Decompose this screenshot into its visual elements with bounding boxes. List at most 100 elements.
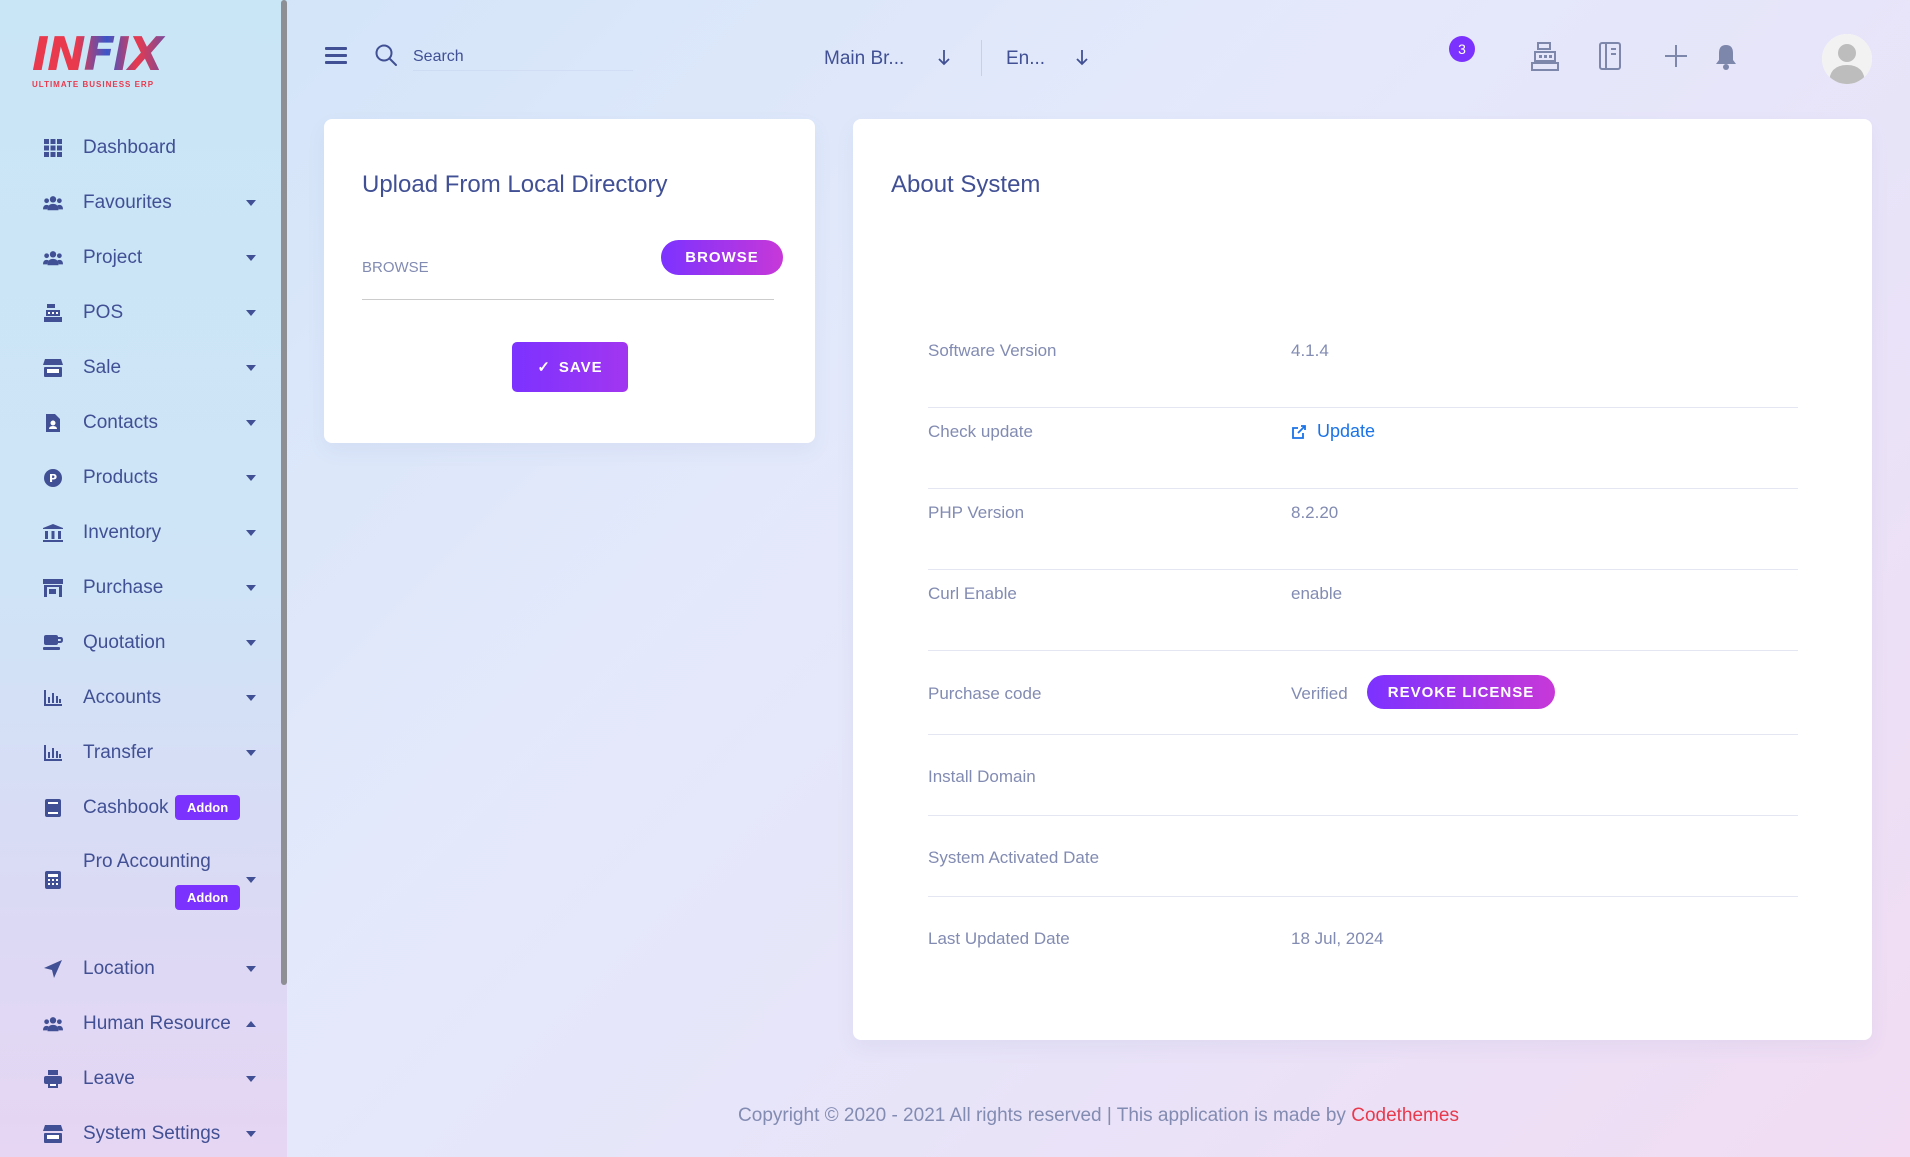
caret-down-icon [246,530,256,536]
info-row-php-version: PHP Version 8.2.20 [928,489,1798,570]
sidebar-item-products[interactable]: P Products [0,458,270,498]
sidebar-item-pos[interactable]: POS [0,293,270,333]
caret-down-icon [246,750,256,756]
caret-down-icon [246,420,256,426]
sidebar-item-favourites[interactable]: Favourites [0,183,270,223]
save-button-label: SAVE [558,358,603,376]
caret-down-icon [246,695,256,701]
sidebar-item-label: Transfer [83,742,154,763]
save-button[interactable]: ✓ SAVE [512,342,628,392]
external-link-icon [1292,424,1306,439]
caret-down-icon [246,640,256,646]
sidebar-item-human-resource[interactable]: Human Resource [0,1004,270,1044]
search-input[interactable] [413,43,633,71]
caret-down-icon [246,200,256,206]
check-icon: ✓ [537,359,551,376]
addon-badge: Addon [175,885,241,910]
plus-icon[interactable] [1661,40,1691,72]
upload-card-title: Upload From Local Directory [362,171,668,198]
notebook-icon[interactable] [1595,40,1625,72]
search-icon[interactable] [374,43,398,67]
notification-count-badge: 3 [1449,36,1475,62]
sidebar-item-leave[interactable]: Leave [0,1059,270,1099]
update-link-label: Update [1317,421,1376,441]
avatar[interactable] [1822,34,1872,84]
cash-register-icon[interactable] [1530,40,1560,72]
info-key: System Activated Date [928,848,1100,867]
bar-chart-icon [43,688,63,708]
info-row-install-domain: Install Domain [928,735,1798,816]
bell-icon[interactable] [1713,40,1739,72]
revoke-license-button[interactable]: REVOKE LICENSE [1367,675,1555,709]
sidebar-item-label: Pro Accounting [83,851,211,872]
top-header: Main Br... En... 3 [287,0,1910,110]
sidebar-item-sale[interactable]: Sale [0,348,270,388]
logo-tagline: ULTIMATE BUSINESS ERP [32,80,155,89]
update-link[interactable]: Update [1291,421,1375,442]
users-icon [43,248,63,268]
input-underline [362,299,774,300]
branch-select-value: Main Br... [824,48,905,69]
sidebar-item-label: Quotation [83,632,166,653]
addon-badge: Addon [175,795,241,820]
language-select[interactable]: En... [1006,44,1106,74]
caret-down-icon [246,255,256,261]
svg-text:P: P [49,472,57,485]
caret-down-icon [246,475,256,481]
info-row-system-activated-date: System Activated Date [928,816,1798,897]
sidebar-item-label: Purchase [83,577,164,598]
sidebar-item-dashboard[interactable]: Dashboard [0,128,270,168]
info-key: Curl Enable [928,584,1017,603]
caret-down-icon [246,1076,256,1082]
sidebar-item-accounts[interactable]: Accounts [0,678,270,718]
sidebar-item-label: Project [83,247,143,268]
contact-file-icon [43,413,63,433]
sidebar-item-label: POS [83,302,124,323]
shop-icon [43,578,63,598]
sidebar-item-label: Leave [83,1068,135,1089]
browse-button[interactable]: BROWSE [661,240,783,275]
sidebar-item-inventory[interactable]: Inventory [0,513,270,553]
info-key: Check update [928,422,1033,441]
coffee-mug-icon [43,633,63,653]
sidebar-item-quotation[interactable]: Quotation [0,623,270,663]
sidebar-item-cashbook[interactable]: Cashbook Addon [0,788,270,828]
sidebar-item-pro-accounting[interactable]: Pro Accounting Addon [0,843,270,918]
sidebar-item-label: Human Resource [83,1013,231,1034]
store-icon [43,1124,63,1144]
sidebar-item-system-settings[interactable]: System Settings [0,1114,270,1154]
header-divider [981,40,982,76]
sidebar-item-location[interactable]: Location [0,949,270,989]
language-select-value: En... [1006,48,1046,69]
menu-toggle-icon[interactable] [325,47,347,65]
browse-file-input[interactable]: BROWSE [362,259,429,276]
info-key: PHP Version [928,503,1025,522]
logo-text: INFIX [32,30,182,78]
grid-icon [43,138,63,158]
sidebar-item-label: Products [83,467,158,488]
branch-select[interactable]: Main Br... [824,44,964,74]
sidebar: INFIX ULTIMATE BUSINESS ERP Dashboard Fa… [0,0,287,1157]
upload-card: Upload From Local Directory BROWSE BROWS… [324,119,815,443]
arrow-down-icon [1076,50,1088,66]
caret-down-icon [246,365,256,371]
printer-icon [43,1069,63,1089]
app-logo[interactable]: INFIX ULTIMATE BUSINESS ERP [32,30,182,94]
caret-down-icon [246,966,256,972]
sidebar-item-purchase[interactable]: Purchase [0,568,270,608]
sidebar-item-transfer[interactable]: Transfer [0,733,270,773]
sidebar-item-label: Cashbook [83,797,169,818]
sidebar-item-contacts[interactable]: Contacts [0,403,270,443]
info-value: 4.1.4 [1291,341,1329,360]
book-icon [43,798,63,818]
sidebar-scrollbar[interactable] [281,0,287,985]
arrow-down-icon [938,50,950,66]
sidebar-item-project[interactable]: Project [0,238,270,278]
caret-down-icon [246,585,256,591]
sidebar-item-label: Location [83,958,155,979]
codethemes-link[interactable]: Codethemes [1351,1105,1459,1126]
caret-down-icon [246,1131,256,1137]
info-row-last-updated-date: Last Updated Date 18 Jul, 2024 [928,897,1798,978]
cash-register-icon [43,303,63,323]
copyright-text: Copyright © 2020 - 2021 All rights reser… [738,1105,1346,1126]
